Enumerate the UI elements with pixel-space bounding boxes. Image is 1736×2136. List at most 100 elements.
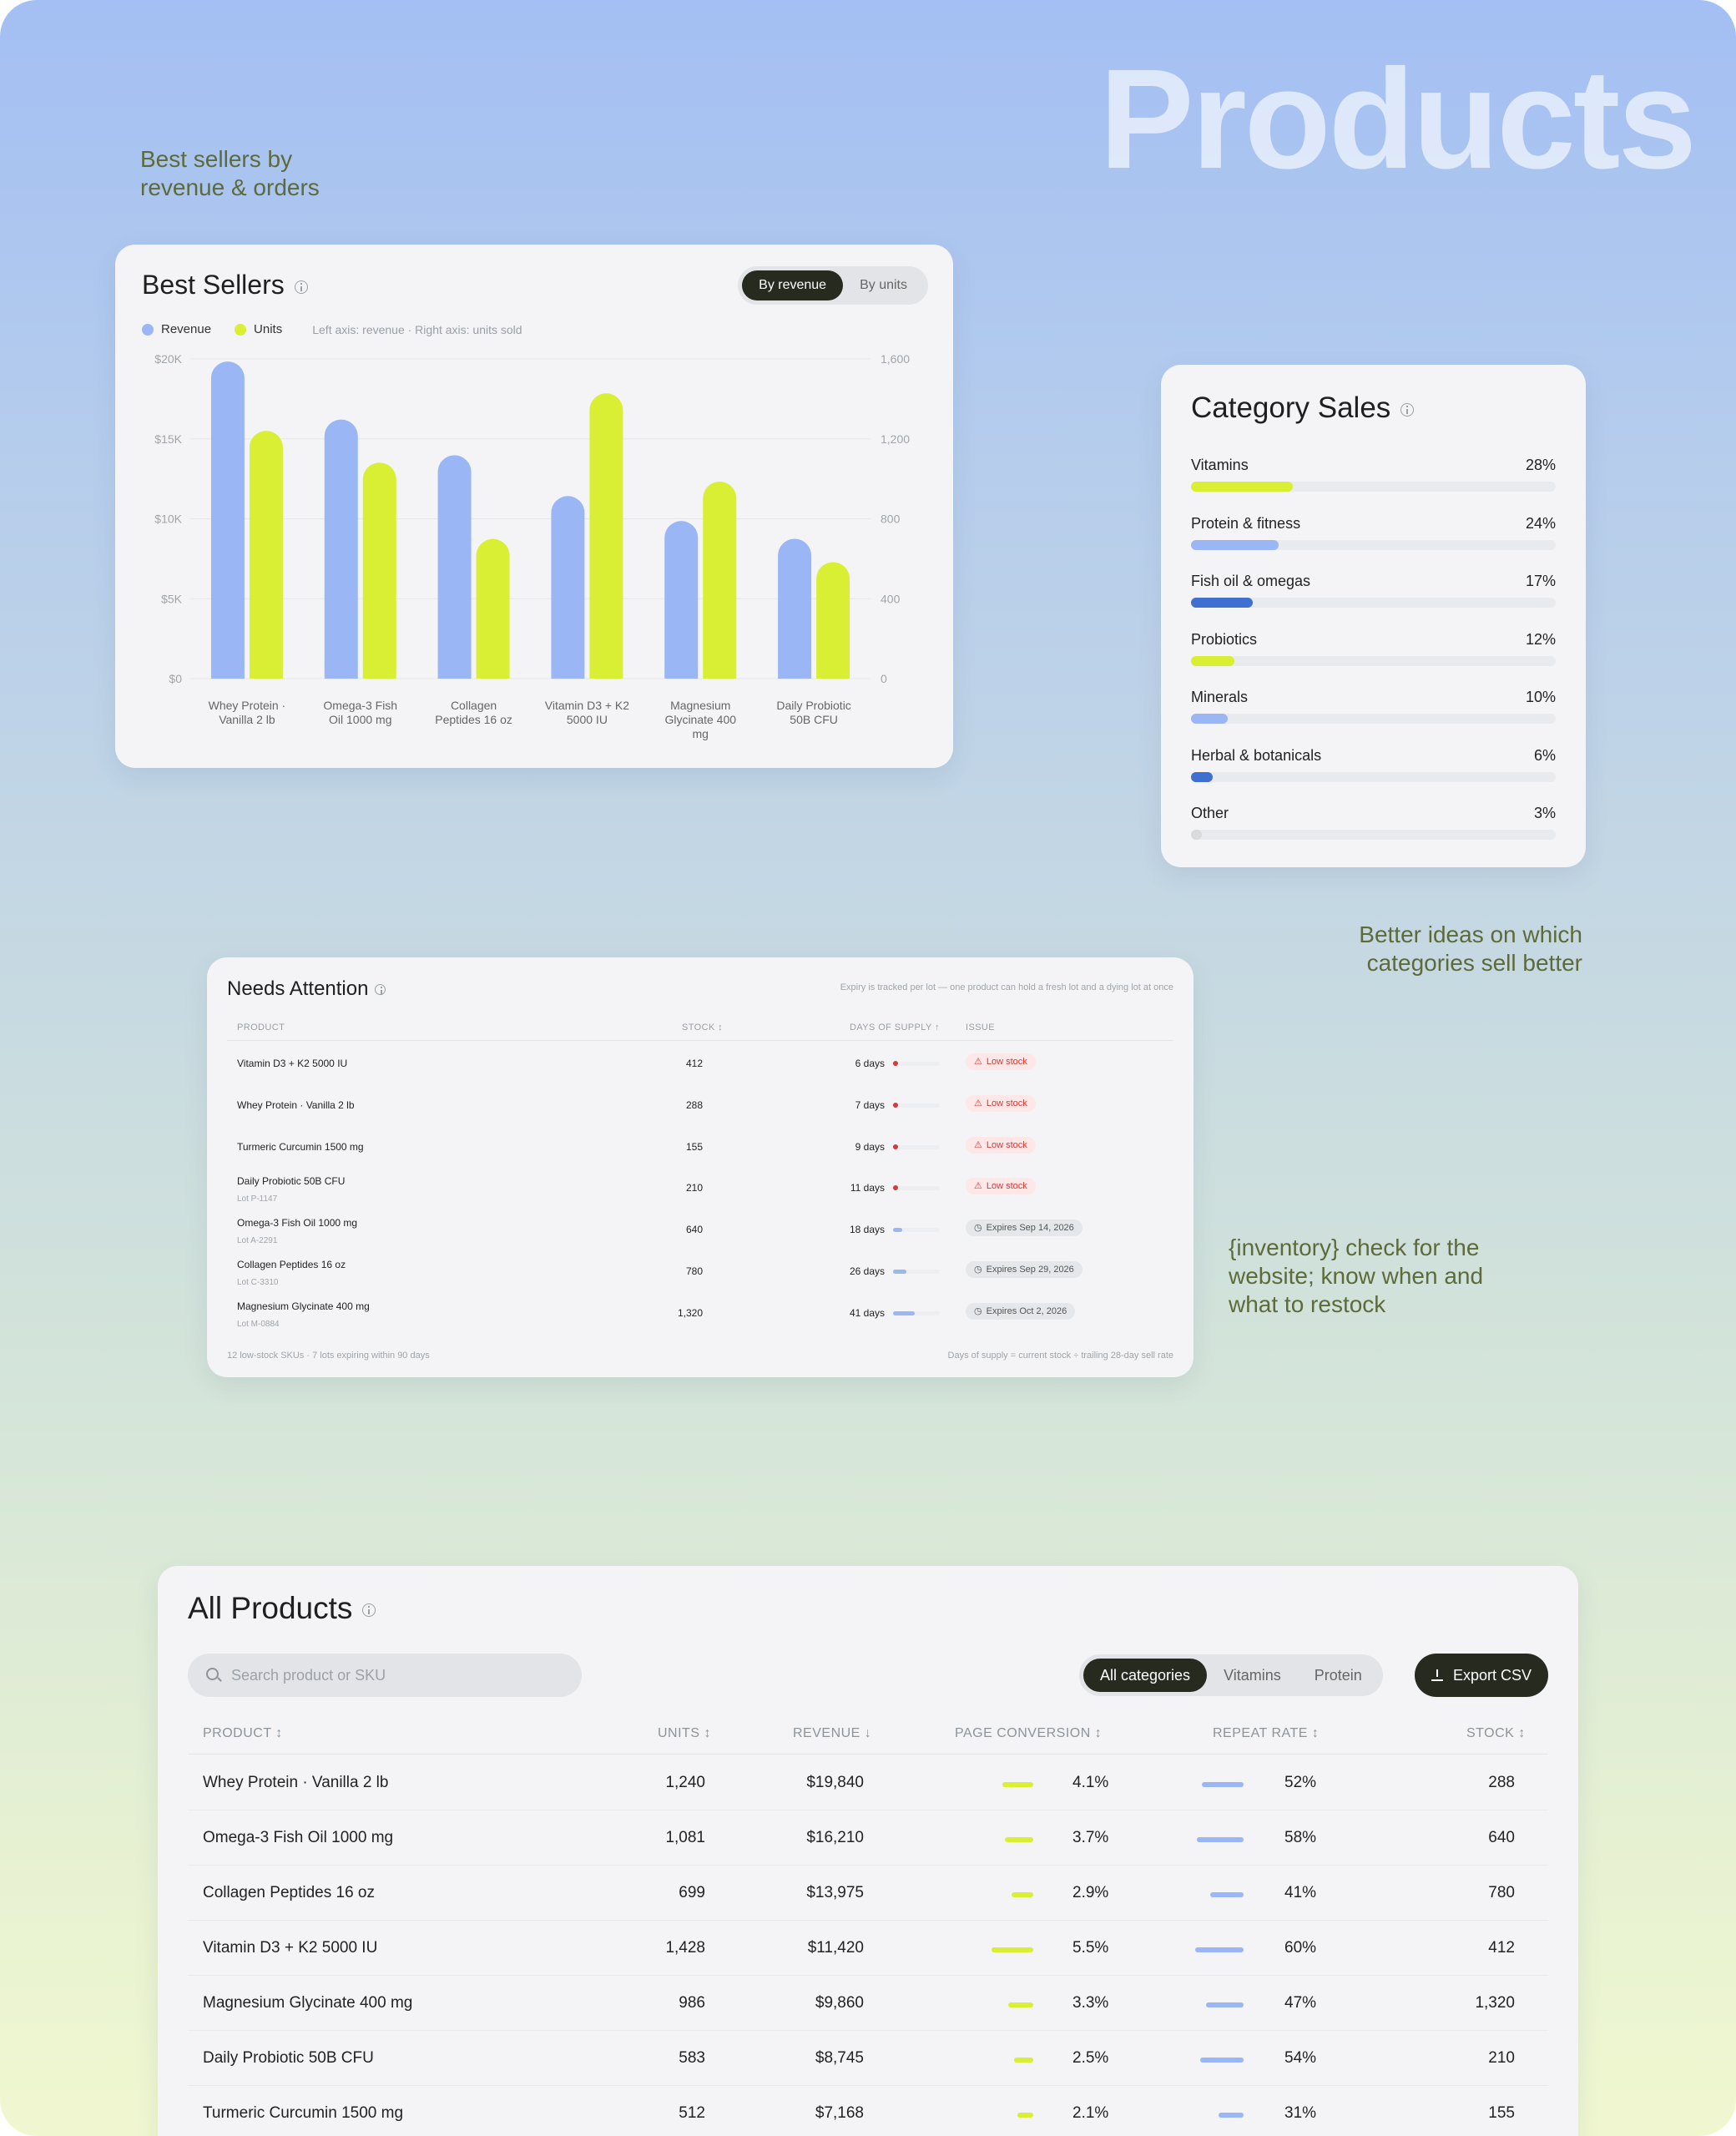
column-stock[interactable]: STOCK ↕: [1466, 1726, 1526, 1741]
category-label: Daily Probiotic 50B CFU: [776, 699, 850, 726]
table-row[interactable]: Turmeric Curcumin 1500 mg 512 $7,168 2.1…: [188, 2086, 1548, 2136]
category-bar-track: [1191, 482, 1556, 492]
attention-row[interactable]: Turmeric Curcumin 1500 mg 155 9 days ⚠ Lo…: [227, 1126, 1173, 1168]
category-bar-track: [1191, 830, 1556, 840]
attention-row[interactable]: Whey Protein · Vanilla 2 lb 288 7 days ⚠…: [227, 1084, 1173, 1126]
stock-value: 640: [1488, 1829, 1515, 1846]
supply-dot: [893, 1061, 898, 1066]
category-row: Herbal & botanicals 6%: [1191, 747, 1556, 805]
product-name: Turmeric Curcumin 1500 mg: [203, 2104, 404, 2122]
column-units[interactable]: UNITS ↕: [658, 1726, 711, 1741]
attention-row[interactable]: Omega-3 Fish Oil 1000 mg Lot A-2291 640 …: [227, 1209, 1173, 1250]
category-bar-fill: [1191, 714, 1228, 724]
stock-value: 1,320: [677, 1306, 703, 1319]
right-axis-tick: 800: [881, 513, 901, 526]
table-row[interactable]: Whey Protein · Vanilla 2 lb 1,240 $19,84…: [188, 1755, 1548, 1810]
repeat-rate-bar: [1219, 2113, 1244, 2118]
clock-icon: ◷: [974, 1264, 982, 1275]
table-row[interactable]: Vitamin D3 + K2 5000 IU 1,428 $11,420 5.…: [188, 1921, 1548, 1976]
search-input[interactable]: [231, 1654, 565, 1697]
revenue-bar: [437, 455, 472, 679]
supply-dot: [893, 1144, 898, 1149]
column-days-of-supply[interactable]: DAYS OF SUPPLY ↑: [850, 1023, 940, 1033]
product-name: Collagen Peptides 16 oz: [237, 1258, 346, 1270]
column-revenue[interactable]: REVENUE ↓: [793, 1726, 871, 1741]
left-axis-tick: $20K: [154, 352, 182, 366]
conversion-value: 2.9%: [1072, 1884, 1109, 1901]
category-bar-fill: [1191, 655, 1235, 666]
info-icon[interactable]: [362, 1603, 376, 1618]
clock-icon: ◷: [974, 1305, 982, 1316]
category-bar-fill: [1191, 771, 1214, 782]
category-label: Omega-3 Fish Oil 1000 mg: [323, 699, 397, 726]
table-row[interactable]: Collagen Peptides 16 oz 699 $13,975 2.9%…: [188, 1866, 1548, 1921]
units-bar: [703, 481, 737, 679]
filter-vitamins[interactable]: Vitamins: [1207, 1659, 1298, 1692]
units-bar: [589, 393, 623, 679]
conversion-value: 2.1%: [1072, 2104, 1109, 2122]
category-name: Fish oil & omegas: [1191, 573, 1311, 589]
repeat-rate-value: 31%: [1284, 2104, 1317, 2122]
needs-attention-rows: Vitamin D3 + K2 5000 IU 412 6 days ⚠ Low …: [227, 1043, 1173, 1334]
product-name: Daily Probiotic 50B CFU: [237, 1175, 346, 1188]
attention-row[interactable]: Daily Probiotic 50B CFU Lot P-1147 210 1…: [227, 1167, 1173, 1209]
conversion-bar: [1002, 1782, 1033, 1787]
conversion-bar: [1005, 1837, 1033, 1842]
attention-row[interactable]: Vitamin D3 + K2 5000 IU 412 6 days ⚠ Low …: [227, 1043, 1173, 1084]
units-bar: [249, 431, 283, 679]
supply-fill: [893, 1310, 915, 1315]
category-bar-fill: [1191, 598, 1254, 608]
supply-bar: [893, 1228, 940, 1233]
category-row: Protein & fitness 24%: [1191, 515, 1556, 573]
product-name: Magnesium Glycinate 400 mg: [203, 1994, 413, 2012]
table-row[interactable]: Daily Probiotic 50B CFU 583 $8,745 2.5% …: [188, 2031, 1548, 2086]
repeat-rate-bar: [1205, 2002, 1244, 2007]
stock-value: 288: [685, 1098, 703, 1111]
attention-row[interactable]: Magnesium Glycinate 400 mg Lot M-0884 1,…: [227, 1292, 1173, 1334]
formula-footer: Days of supply = current stock ÷ trailin…: [947, 1351, 1173, 1361]
info-icon[interactable]: [375, 984, 386, 996]
supply-fill: [893, 1228, 903, 1233]
supply-bar: [893, 1269, 940, 1274]
export-csv-button[interactable]: Export CSV: [1414, 1654, 1548, 1697]
category-percent: 28%: [1525, 457, 1556, 473]
column-page-conversion[interactable]: PAGE CONVERSION ↕: [955, 1726, 1102, 1741]
filter-all-categories[interactable]: All categories: [1083, 1659, 1208, 1692]
search-box: [188, 1654, 582, 1697]
conversion-bar: [1008, 2002, 1033, 2007]
days-of-supply: 6 days: [855, 1058, 885, 1069]
annotation-categories: Better ideas on which categories sell be…: [1359, 922, 1582, 976]
repeat-rate-value: 54%: [1284, 2049, 1317, 2067]
category-name: Protein & fitness: [1191, 514, 1301, 532]
left-axis-tick: $10K: [154, 513, 182, 526]
category-name: Other: [1191, 805, 1229, 821]
repeat-rate-bar: [1195, 1947, 1244, 1952]
issue-text: Expires Sep 14, 2026: [986, 1223, 1074, 1234]
revenue-bar-base: [324, 662, 358, 679]
column-stock[interactable]: STOCK ↕: [682, 1023, 723, 1033]
table-row[interactable]: Omega-3 Fish Oil 1000 mg 1,081 $16,210 3…: [188, 1810, 1548, 1866]
column-product[interactable]: PRODUCT: [237, 1023, 285, 1033]
units-value: 699: [679, 1884, 705, 1901]
units-bar-base: [362, 662, 396, 679]
product-name: Vitamin D3 + K2 5000 IU: [237, 1058, 348, 1069]
column-repeat-rate[interactable]: REPEAT RATE ↕: [1213, 1726, 1319, 1741]
best-sellers-card: Best Sellers By revenue By units Revenue…: [115, 245, 953, 768]
conversion-value: 2.5%: [1072, 2049, 1109, 2067]
category-percent: 10%: [1525, 689, 1556, 705]
low-stock-badge: ⚠ Low stock: [966, 1053, 1036, 1070]
table-row[interactable]: Magnesium Glycinate 400 mg 986 $9,860 3.…: [188, 1976, 1548, 2031]
attention-row[interactable]: Collagen Peptides 16 oz Lot C-3310 780 2…: [227, 1250, 1173, 1292]
supply-bar: [893, 1144, 940, 1149]
supply-bar: [893, 1061, 940, 1066]
clock-icon: ◷: [974, 1223, 982, 1234]
conversion-bar: [1017, 2113, 1033, 2118]
low-stock-badge: ⚠ Low stock: [966, 1094, 1036, 1112]
info-icon[interactable]: [1400, 402, 1415, 417]
download-icon: [1431, 1669, 1443, 1681]
repeat-rate-bar: [1199, 2058, 1244, 2063]
filter-protein[interactable]: Protein: [1298, 1659, 1379, 1692]
product-name: Daily Probiotic 50B CFU: [203, 2049, 374, 2067]
column-product[interactable]: PRODUCT ↕: [203, 1726, 283, 1741]
repeat-rate-bar: [1210, 1892, 1244, 1897]
